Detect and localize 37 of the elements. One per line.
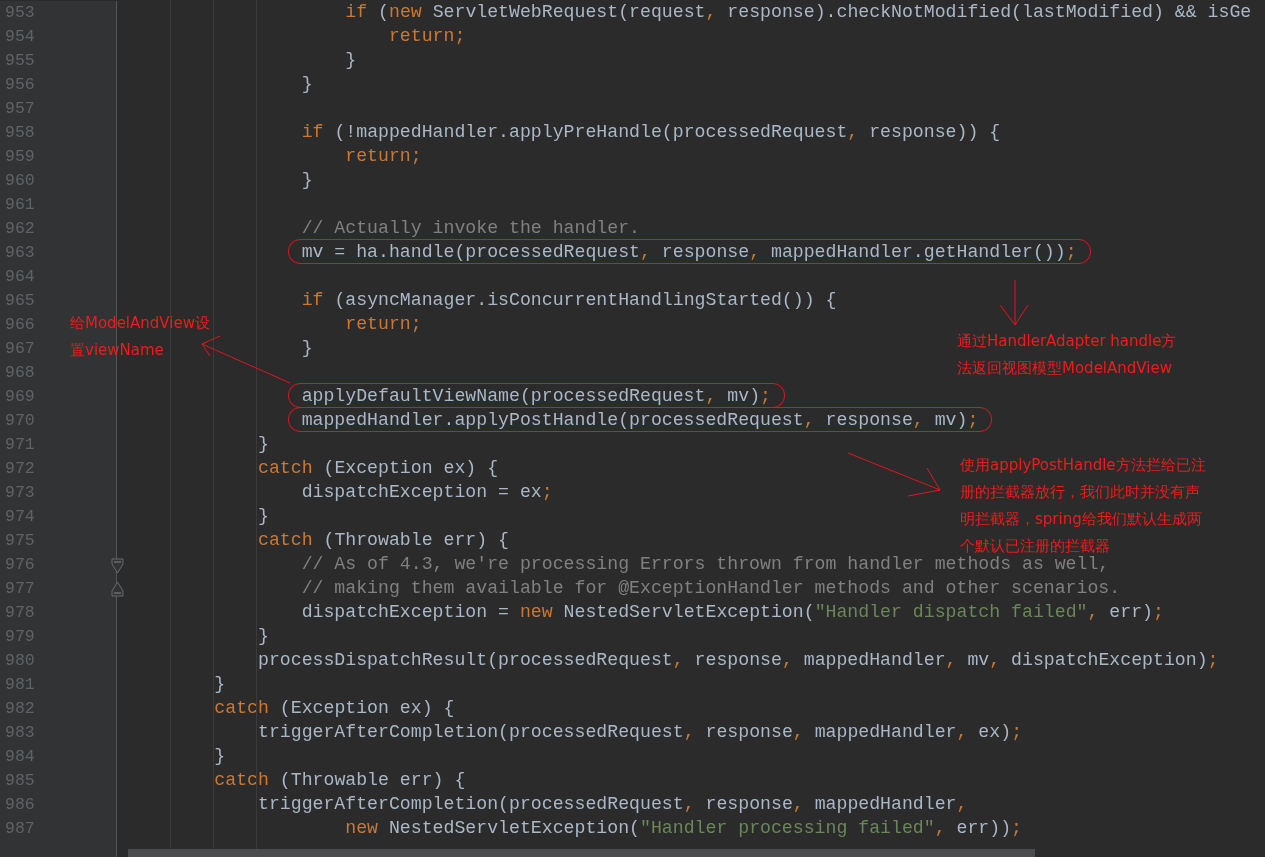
code-line: } — [214, 746, 226, 767]
code-line: mappedHandler.applyPostHandle(processedRequest, response, mv); — [301, 410, 979, 431]
code-line: triggerAfterCompletion(processedRequest, response, mappedHandler, — [257, 794, 968, 815]
code-line: mv = ha.handle(processedRequest, response, mappedHandler.getHandler()); — [301, 242, 1077, 263]
code-line: catch (Throwable err) { — [214, 770, 466, 791]
code-line: dispatchException = new NestedServletException("Handler dispatch failed", err); — [301, 602, 1164, 623]
code-line: triggerAfterCompletion(processedRequest, response, mappedHandler, ex); — [257, 722, 1023, 743]
code-line: return; — [345, 314, 422, 335]
code-line: } — [301, 170, 313, 191]
code-line: } — [257, 506, 269, 527]
code-line: catch (Exception ex) { — [214, 698, 455, 719]
code-line: if (!mappedHandler.applyPreHandle(processedRequest, response)) { — [301, 122, 1001, 143]
code-line: } — [214, 674, 226, 695]
fold-marker-icon[interactable] — [111, 558, 124, 574]
code-line: if (asyncManager.isConcurrentHandlingStarted()) { — [301, 290, 837, 311]
code-line: // As of 4.3, we're processing Errors thrown from handler methods as well, — [301, 554, 1110, 575]
code-line: if (new ServletWebRequest(request, response).checkNotModified(lastModified) && isGe — [345, 2, 1252, 23]
code-line: } — [257, 434, 269, 455]
code-line: } — [345, 50, 357, 71]
code-line: processDispatchResult(processedRequest, response, mappedHandler, mv, dispatchException); — [257, 650, 1219, 671]
code-line: catch (Exception ex) { — [257, 458, 499, 479]
code-line: return; — [345, 146, 422, 167]
code-line: applyDefaultViewName(processedRequest, mv); — [301, 386, 771, 407]
code-line: dispatchException = ex; — [301, 482, 553, 503]
annotation-note: 使用applyPostHandle方法拦给已注 册的拦截器放行，我们此时并没有声 明拦截器，spring给我们默认生成两 个默认已注册的拦截器 — [960, 455, 1206, 556]
code-line: // Actually invoke the handler. — [301, 218, 640, 239]
code-line: return; — [388, 26, 466, 47]
annotation-note: 给ModelAndView设 置viewName — [70, 313, 210, 361]
fold-marker-icon[interactable] — [111, 581, 124, 597]
code-line: } — [257, 626, 269, 647]
annotation-note: 通过HandlerAdapter handle方 法返回视图模型ModelAndView — [957, 331, 1177, 379]
code-line: } — [301, 74, 313, 95]
code-line: } — [301, 338, 313, 359]
code-line: new NestedServletException("Handler processing failed", err)); — [345, 818, 1022, 839]
horizontal-scrollbar[interactable] — [128, 849, 1035, 857]
code-line: // making them available for @ExceptionHandler methods and other scenarios. — [301, 578, 1121, 599]
code-line: catch (Throwable err) { — [257, 530, 509, 551]
